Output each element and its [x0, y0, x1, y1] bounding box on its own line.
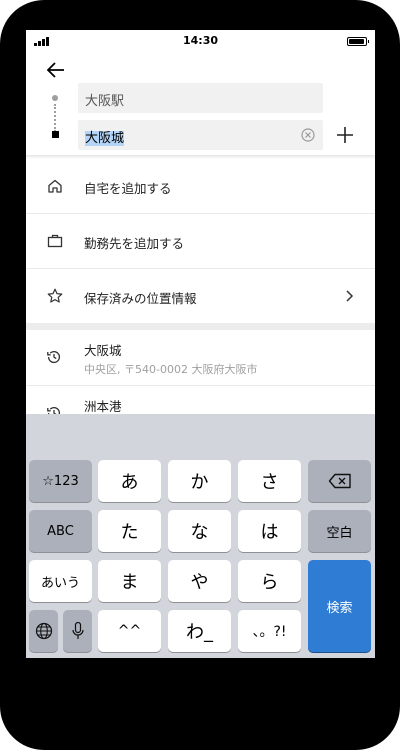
back-arrow-icon[interactable] [44, 58, 68, 82]
status-bar: 14:30 [26, 30, 375, 52]
backspace-icon [328, 473, 351, 489]
globe-key[interactable] [29, 610, 58, 652]
key-wa[interactable]: わ_ [168, 610, 231, 652]
microphone-icon [71, 621, 84, 639]
key-kana[interactable]: あいう [29, 560, 92, 602]
key-ta[interactable]: た [98, 510, 161, 552]
status-time: 14:30 [182, 34, 218, 47]
menu-item-add-work[interactable]: 勤務先を追加する [26, 214, 375, 269]
clear-icon[interactable] [301, 128, 315, 142]
key-ya[interactable]: や [168, 560, 231, 602]
search-key[interactable]: 検索 [308, 560, 371, 652]
key-ma[interactable]: ま [98, 560, 161, 602]
keyboard: ☆123 あ か さ ABC た な は 空白 あいう ま や ら 検索 ^^ … [26, 414, 375, 658]
microphone-key[interactable] [63, 610, 92, 652]
add-stop-icon[interactable] [333, 123, 357, 147]
chevron-right-icon [346, 290, 354, 302]
battery-icon [347, 37, 369, 46]
route-line [54, 104, 56, 132]
recent-item-title: 大阪城 [84, 343, 122, 358]
origin-input[interactable]: 大阪駅 [78, 83, 323, 113]
menu-item-label: 勤務先を追加する [84, 236, 185, 251]
key-abc[interactable]: ABC [29, 510, 92, 552]
origin-value: 大阪駅 [85, 94, 125, 109]
star-icon [47, 288, 63, 303]
recent-item[interactable]: 洲本港 [26, 385, 375, 420]
destination-input[interactable]: 大阪城 [78, 120, 323, 150]
recent-item-title: 洲本港 [84, 399, 122, 414]
menu-item-add-home[interactable]: 自宅を追加する [26, 159, 375, 214]
section-divider [26, 323, 375, 330]
key-numbers[interactable]: ☆123 [29, 460, 92, 502]
recent-item[interactable]: 大阪城 中央区, 〒540-0002 大阪府大阪市 [26, 330, 375, 385]
key-sa[interactable]: さ [238, 460, 301, 502]
key-punctuation[interactable]: 、。?! [238, 610, 301, 652]
screen: 14:30 大阪駅 大阪城 自宅を追加する 勤務先を追加する 保存済みの位置情報… [26, 30, 375, 658]
backspace-key[interactable] [308, 460, 371, 502]
key-dakuten[interactable]: ^^ [98, 610, 161, 652]
menu-item-saved-places[interactable]: 保存済みの位置情報 [26, 269, 375, 324]
history-icon [47, 351, 61, 364]
globe-icon [35, 622, 52, 640]
origin-dot-icon [52, 95, 58, 101]
key-ra[interactable]: ら [238, 560, 301, 602]
phone-frame: 14:30 大阪駅 大阪城 自宅を追加する 勤務先を追加する 保存済みの位置情報… [0, 0, 400, 750]
key-na[interactable]: な [168, 510, 231, 552]
space-key[interactable]: 空白 [308, 510, 371, 552]
key-ha[interactable]: は [238, 510, 301, 552]
destination-marker-icon [51, 131, 59, 138]
menu-item-label: 保存済みの位置情報 [84, 291, 197, 306]
key-ka[interactable]: か [168, 460, 231, 502]
key-a[interactable]: あ [98, 460, 161, 502]
menu-item-label: 自宅を追加する [84, 181, 172, 196]
home-icon [48, 179, 62, 193]
briefcase-icon [47, 234, 63, 248]
recent-item-subtitle: 中央区, 〒540-0002 大阪府大阪市 [84, 363, 258, 376]
destination-value: 大阪城 [85, 131, 125, 146]
